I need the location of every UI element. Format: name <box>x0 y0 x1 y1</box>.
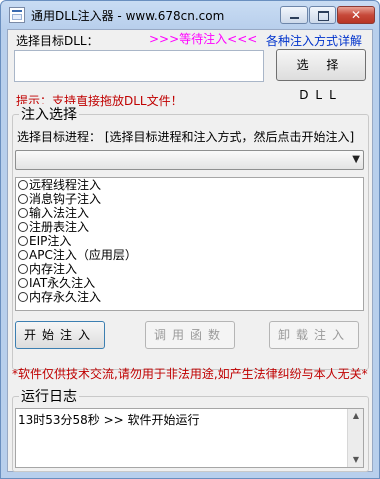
radio-circle-icon <box>18 292 28 302</box>
radio-label: 注册表注入 <box>29 220 90 234</box>
select-dll-button[interactable]: 选 择 DLL <box>276 49 366 102</box>
window-title: 通用DLL注入器 - www.678cn.com <box>31 9 225 23</box>
select-dll-label: 选择目标DLL： <box>16 34 99 48</box>
minimize-icon <box>290 17 299 19</box>
call-function-button[interactable]: 调用函数 <box>145 321 235 349</box>
injection-method-list: 远程线程注入 消息钩子注入 输入法注入 注册表注入 EIP注入 APC注入（应用… <box>15 177 364 311</box>
radio-label: 内存永久注入 <box>29 290 102 304</box>
log-group-title: 运行日志 <box>19 386 79 406</box>
app-window: 通用DLL注入器 - www.678cn.com ✕ 选择目标DLL： >>>等… <box>0 0 380 479</box>
radio-circle-icon <box>18 194 28 204</box>
dropdown-arrow-icon: ▼ <box>352 154 360 165</box>
log-textarea[interactable]: 13时53分58秒 >> 软件开始运行 ▲ ▼ <box>15 408 364 468</box>
radio-circle-icon <box>18 222 28 232</box>
radio-label: 内存注入 <box>29 262 78 276</box>
radio-registry[interactable]: 注册表注入 <box>18 221 89 234</box>
radio-label: APC注入（应用层） <box>29 248 137 262</box>
app-icon <box>9 7 25 23</box>
injection-status: >>>等待注入<<< <box>149 32 258 46</box>
radio-message-hook[interactable]: 消息钩子注入 <box>18 193 101 206</box>
radio-circle-icon <box>18 250 28 260</box>
disclaimer-text: *软件仅供技术交流,请勿用于非法用途,如产生法律纠纷与本人无关* <box>12 367 368 381</box>
title-bar[interactable]: 通用DLL注入器 - www.678cn.com ✕ <box>1 1 379 29</box>
process-select[interactable]: ▼ <box>15 150 364 170</box>
radio-iat-permanent[interactable]: IAT永久注入 <box>18 277 95 290</box>
radio-label: 远程线程注入 <box>29 178 102 192</box>
close-button[interactable]: ✕ <box>337 6 375 24</box>
radio-circle-icon <box>18 264 28 274</box>
close-icon: ✕ <box>350 8 362 22</box>
scroll-up-icon[interactable]: ▲ <box>349 409 363 423</box>
injection-group-title: 注入选择 <box>19 104 79 124</box>
log-scrollbar[interactable]: ▲ ▼ <box>347 409 363 467</box>
maximize-button[interactable] <box>309 6 336 24</box>
unload-injection-button[interactable]: 卸载注入 <box>269 321 359 349</box>
radio-memory-permanent[interactable]: 内存永久注入 <box>18 291 101 304</box>
radio-label: EIP注入 <box>29 234 72 248</box>
radio-label: 输入法注入 <box>29 206 90 220</box>
minimize-button[interactable] <box>280 6 308 24</box>
radio-label: 消息钩子注入 <box>29 192 102 206</box>
dll-path-input[interactable] <box>14 50 264 82</box>
log-groupbox: 运行日志 13时53分58秒 >> 软件开始运行 ▲ ▼ <box>12 386 369 472</box>
log-entry: 13时53分58秒 >> 软件开始运行 <box>18 413 200 427</box>
maximize-icon <box>318 11 329 21</box>
radio-circle-icon <box>18 278 28 288</box>
start-injection-button[interactable]: 开始注入 <box>15 321 105 349</box>
radio-memory[interactable]: 内存注入 <box>18 263 77 276</box>
injection-methods-link[interactable]: 各种注入方式详解 <box>266 32 362 49</box>
target-process-label: 选择目标进程： [选择目标进程和注入方式，然后点击开始注入] <box>17 130 355 144</box>
radio-circle-icon <box>18 208 28 218</box>
radio-remote-thread[interactable]: 远程线程注入 <box>18 179 101 192</box>
injection-groupbox: 注入选择 选择目标进程： [选择目标进程和注入方式，然后点击开始注入] ▼ 远程… <box>12 104 369 370</box>
radio-eip[interactable]: EIP注入 <box>18 235 71 248</box>
radio-circle-icon <box>18 236 28 246</box>
radio-circle-icon <box>18 180 28 190</box>
radio-apc[interactable]: APC注入（应用层） <box>18 249 137 262</box>
scroll-down-icon[interactable]: ▼ <box>349 453 363 467</box>
radio-ime[interactable]: 输入法注入 <box>18 207 89 220</box>
main-panel: 选择目标DLL： >>>等待注入<<< 各种注入方式详解 选 择 DLL 提示：… <box>7 29 373 472</box>
radio-label: IAT永久注入 <box>29 276 96 290</box>
